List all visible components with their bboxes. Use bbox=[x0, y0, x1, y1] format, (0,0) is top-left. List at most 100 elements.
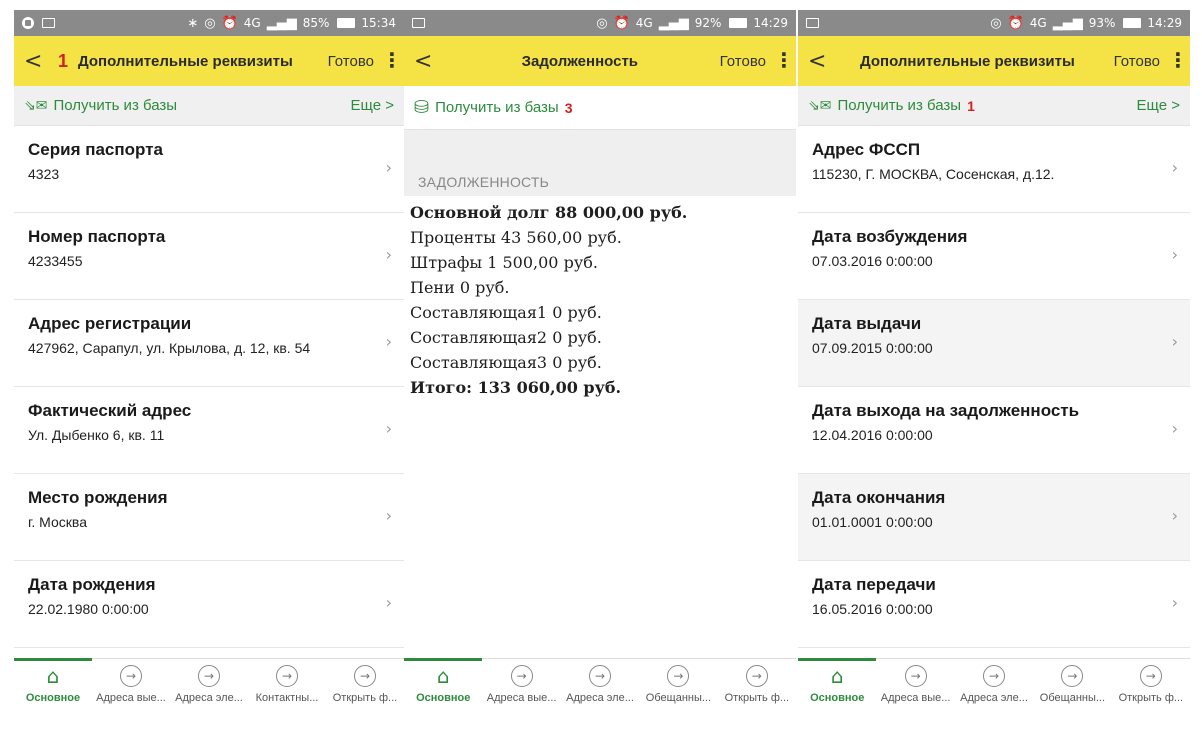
kebab-menu-icon[interactable]: ⋮ bbox=[382, 51, 402, 71]
kebab-menu-icon[interactable]: ⋮ bbox=[774, 51, 794, 71]
chevron-right-icon: › bbox=[1171, 506, 1178, 525]
arrow-right-circle-icon: → bbox=[983, 665, 1006, 687]
chevron-right-icon: › bbox=[1171, 245, 1178, 264]
item-value: Ул. Дыбенко 6, кв. 11 bbox=[28, 427, 165, 443]
debt-component-1: Составляющая1 0 руб. bbox=[410, 303, 602, 322]
status-bar: ∗ ◎ ⏰ 4G ▂▄▆ 85% 15:34 bbox=[14, 10, 404, 36]
list-item[interactable]: Дата выдачи 07.09.2015 0:00:00 › bbox=[798, 300, 1190, 387]
clock: 14:29 bbox=[753, 16, 788, 30]
item-value: 07.09.2015 0:00:00 bbox=[812, 340, 933, 356]
arrow-right-circle-icon: → bbox=[589, 665, 612, 687]
action-bar: ⛁ Получить из базы 3 bbox=[404, 86, 796, 130]
tab-open[interactable]: → Открыть ф... bbox=[718, 659, 796, 716]
item-value: 07.03.2016 0:00:00 bbox=[812, 253, 933, 269]
tab-label: Открыть ф... bbox=[1118, 692, 1184, 704]
item-label: Серия паспорта bbox=[28, 140, 163, 159]
step-badge: 1 bbox=[58, 50, 69, 71]
details-list: Серия паспорта 4323 › Номер паспорта 423… bbox=[14, 126, 404, 648]
list-item[interactable]: Дата возбуждения 07.03.2016 0:00:00 › bbox=[798, 213, 1190, 300]
debt-total: Итого: 133 060,00 руб. bbox=[410, 378, 622, 397]
item-value: г. Москва bbox=[28, 514, 87, 530]
tab-promises[interactable]: → Обещанны... bbox=[1033, 659, 1111, 716]
item-label: Адрес ФССП bbox=[812, 140, 921, 159]
arrow-right-circle-icon: → bbox=[354, 665, 376, 687]
get-from-db-button[interactable]: Получить из базы bbox=[435, 99, 559, 116]
tab-label: Адреса эле... bbox=[175, 692, 243, 704]
alarm-icon: ⏰ bbox=[613, 15, 630, 31]
done-button[interactable]: Готово bbox=[328, 53, 382, 70]
list-item[interactable]: Адрес регистрации 427962, Сарапул, ул. К… bbox=[14, 300, 404, 387]
tab-main[interactable]: ⌂ Основное bbox=[404, 658, 483, 716]
network-type: 4G bbox=[243, 16, 261, 30]
sync-icon: ◎ bbox=[596, 15, 608, 31]
list-item[interactable]: Номер паспорта 4233455 › bbox=[14, 213, 404, 300]
tab-addresses-el[interactable]: → Адреса эле... bbox=[561, 659, 639, 716]
battery-percent: 85% bbox=[302, 16, 330, 30]
step-badge: 1 bbox=[967, 97, 975, 114]
list-item[interactable]: Серия паспорта 4323 › bbox=[14, 126, 404, 213]
chevron-right-icon: › bbox=[385, 245, 392, 264]
more-button[interactable]: Еще > bbox=[351, 97, 394, 114]
list-item[interactable]: Адрес ФССП 115230, Г. МОСКВА, Сосенская,… bbox=[798, 126, 1190, 213]
item-label: Фактический адрес bbox=[28, 401, 192, 420]
alarm-icon: ⏰ bbox=[221, 15, 238, 31]
tab-main[interactable]: ⌂ Основное bbox=[14, 658, 92, 716]
debt-summary: Основной долг 88 000,00 руб. Проценты 43… bbox=[404, 196, 796, 404]
tab-label: Основное bbox=[810, 692, 865, 704]
back-icon[interactable]: < bbox=[808, 49, 834, 74]
signal-icon: ▂▄▆ bbox=[266, 15, 297, 31]
list-item[interactable]: Дата выхода на задолженность 12.04.2016 … bbox=[798, 387, 1190, 474]
battery-percent: 92% bbox=[694, 16, 722, 30]
arrow-right-circle-icon: → bbox=[1139, 665, 1162, 687]
chevron-right-icon: › bbox=[385, 158, 392, 177]
item-value: 16.05.2016 0:00:00 bbox=[812, 601, 933, 617]
section-title: ЗАДОЛЖЕННОСТЬ bbox=[404, 170, 796, 196]
tab-contacts[interactable]: → Контактны... bbox=[248, 659, 326, 716]
list-item[interactable]: Дата передачи 16.05.2016 0:00:00 › bbox=[798, 561, 1190, 648]
arrow-right-circle-icon: → bbox=[510, 665, 533, 687]
done-button[interactable]: Готово bbox=[720, 53, 774, 70]
tab-addresses-out[interactable]: → Адреса вые... bbox=[876, 659, 954, 716]
tab-promises[interactable]: → Обещанны... bbox=[639, 659, 717, 716]
tab-addresses-el[interactable]: → Адреса эле... bbox=[170, 659, 248, 716]
list-item[interactable]: Дата окончания 01.01.0001 0:00:00 › bbox=[798, 474, 1190, 561]
item-label: Номер паспорта bbox=[28, 227, 166, 246]
battery-icon bbox=[1123, 18, 1142, 28]
tab-addresses-out[interactable]: → Адреса вые... bbox=[482, 659, 560, 716]
page-title: Дополнительные реквизиты bbox=[860, 52, 1075, 70]
tab-label: Открыть ф... bbox=[724, 692, 790, 704]
title-bar: < 1 Дополнительные реквизиты Готово ⋮ bbox=[14, 36, 404, 86]
chevron-right-icon: › bbox=[1171, 332, 1178, 351]
image-icon bbox=[412, 18, 425, 28]
list-item[interactable]: Дата рождения 22.02.1980 0:00:00 › bbox=[14, 561, 404, 648]
tab-main[interactable]: ⌂ Основное bbox=[798, 658, 877, 716]
title-bar: < Задолженность Готово ⋮ bbox=[404, 36, 796, 86]
tab-label: Адреса эле... bbox=[960, 692, 1028, 704]
signal-icon: ▂▄▆ bbox=[658, 15, 689, 31]
back-icon[interactable]: < bbox=[414, 49, 440, 74]
done-button[interactable]: Готово bbox=[1114, 53, 1168, 70]
more-button[interactable]: Еще > bbox=[1137, 97, 1180, 114]
item-value: 4233455 bbox=[28, 253, 83, 269]
tab-label: Адреса эле... bbox=[566, 692, 634, 704]
tab-addresses-out[interactable]: → Адреса вые... bbox=[92, 659, 170, 716]
chevron-right-icon: › bbox=[385, 506, 392, 525]
list-item[interactable]: Фактический адрес Ул. Дыбенко 6, кв. 11 … bbox=[14, 387, 404, 474]
item-label: Адрес регистрации bbox=[28, 314, 192, 333]
get-from-db-button[interactable]: Получить из базы bbox=[837, 97, 961, 114]
kebab-menu-icon[interactable]: ⋮ bbox=[1168, 51, 1188, 71]
list-item[interactable]: Место рождения г. Москва › bbox=[14, 474, 404, 561]
tab-addresses-el[interactable]: → Адреса эле... bbox=[955, 659, 1033, 716]
tab-open[interactable]: → Открыть ф... bbox=[326, 659, 404, 716]
tab-open[interactable]: → Открыть ф... bbox=[1112, 659, 1190, 716]
home-icon: ⌂ bbox=[46, 664, 60, 688]
chevron-right-icon: › bbox=[385, 593, 392, 612]
clock: 14:29 bbox=[1147, 16, 1182, 30]
item-value: 01.01.0001 0:00:00 bbox=[812, 514, 933, 530]
back-icon[interactable]: < bbox=[24, 49, 50, 74]
tab-label: Открыть ф... bbox=[332, 692, 398, 704]
get-from-db-button[interactable]: Получить из базы bbox=[53, 97, 177, 114]
details-list: Адрес ФССП 115230, Г. МОСКВА, Сосенская,… bbox=[798, 126, 1190, 648]
debt-interest: Проценты 43 560,00 руб. bbox=[410, 228, 622, 247]
page-title: Задолженность bbox=[521, 52, 639, 70]
